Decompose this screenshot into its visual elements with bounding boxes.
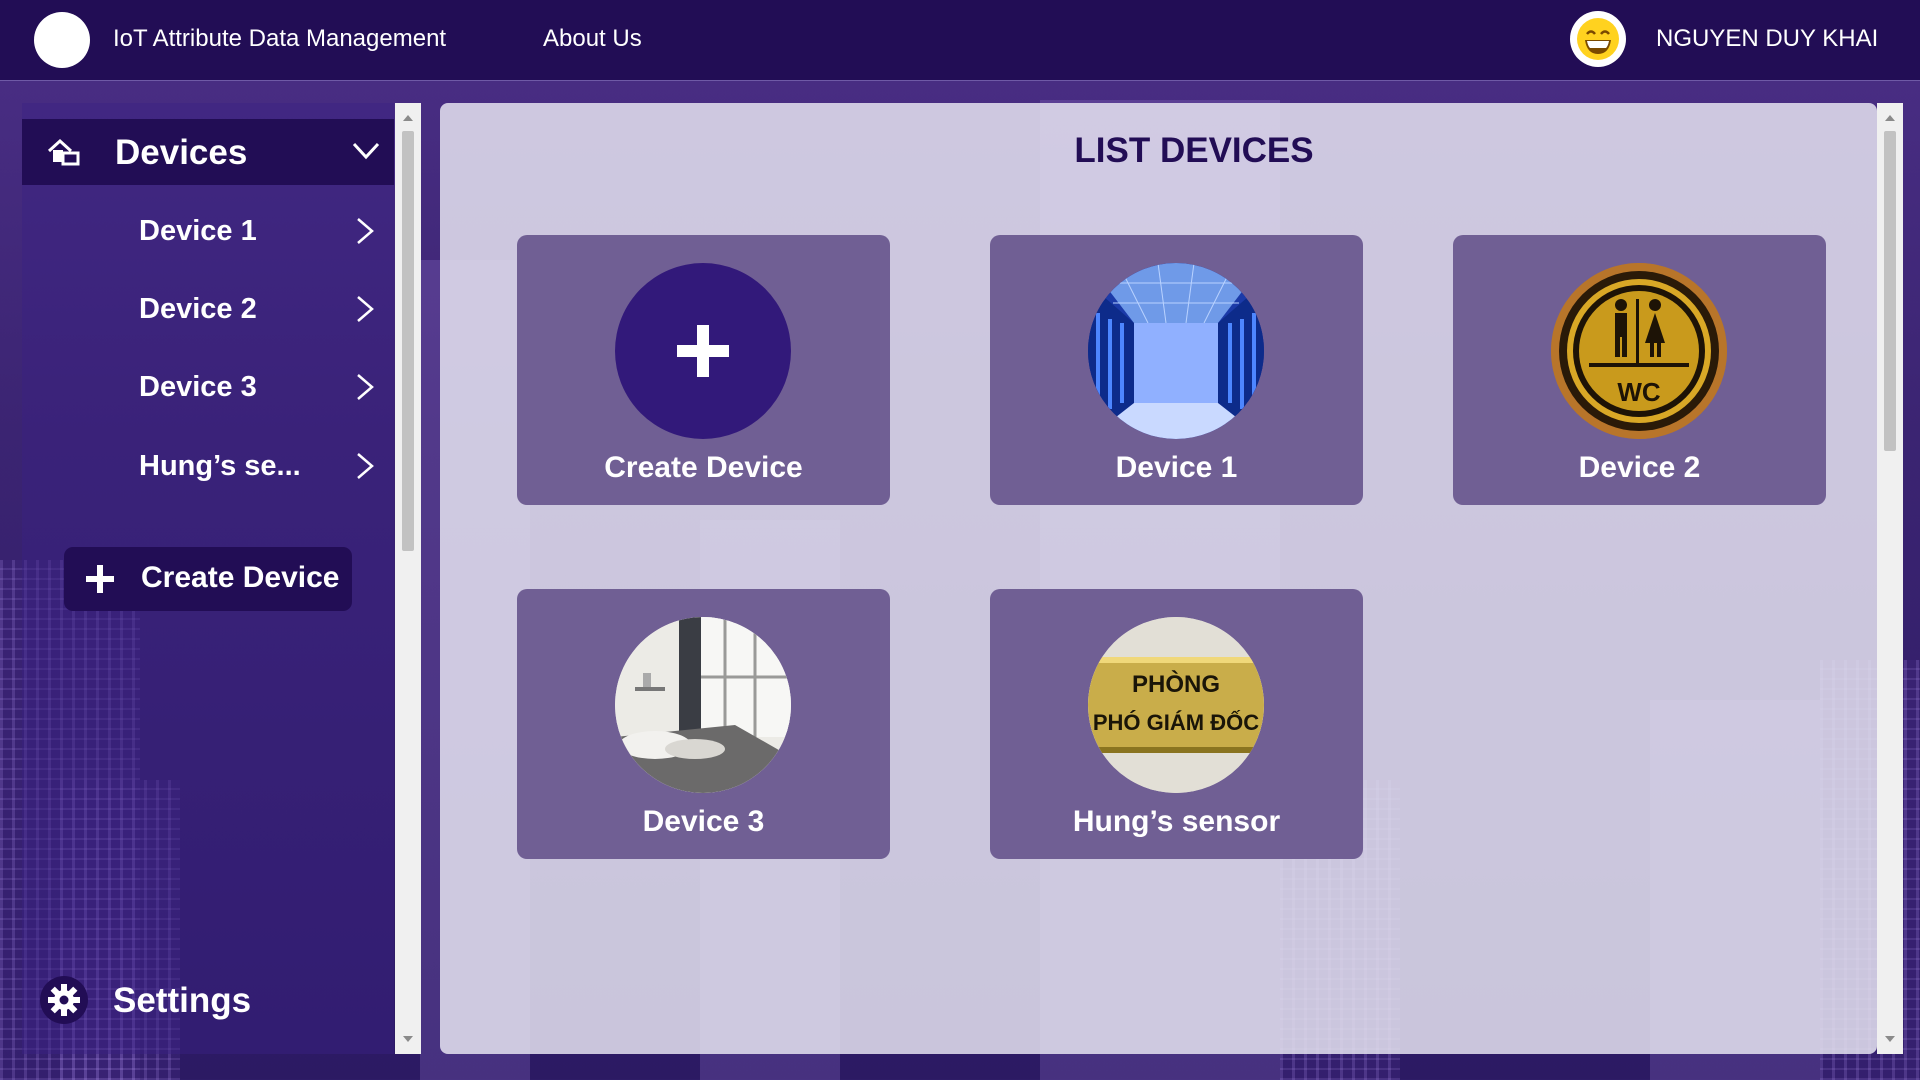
top-bar: IoT Attribute Data Management About Us N… [0,0,1920,81]
sidebar-scroll-thumb[interactable] [402,131,414,551]
plus-icon [615,263,791,439]
plus-icon [86,565,114,593]
sidebar-item-device-1[interactable]: Device 1 [22,201,394,261]
device-card-device-1[interactable]: Device 1 [990,235,1363,505]
card-label: Device 1 [1115,451,1238,484]
settings-button[interactable]: Settings [22,963,394,1043]
chevron-right-icon [357,374,374,400]
chevron-down-icon [352,142,380,160]
card-label: Create Device [604,451,803,484]
door-sign-image: PHÒNG PHÓ GIÁM ĐỐC [1088,617,1264,793]
scroll-down-arrow[interactable] [1885,1036,1895,1042]
sign-line-1: PHÒNG [1132,670,1220,698]
sidebar-item-label: Device 1 [139,215,257,247]
svg-text:WC: WC [1617,377,1661,407]
device-card-hungs-sensor[interactable]: PHÒNG PHÓ GIÁM ĐỐC Hung’s sensor [990,589,1363,859]
sidebar-item-label: Device 3 [139,371,257,403]
settings-label: Settings [113,981,252,1020]
app-logo[interactable] [34,12,90,68]
sidebar-item-device-2[interactable]: Device 2 [22,279,394,339]
smart-home-icon [47,138,80,166]
about-us-link[interactable]: About Us [543,25,642,53]
device-card-device-2[interactable]: WC Device 2 [1453,235,1826,505]
device-list-panel: LIST DEVICES Create Device Device 1 WC D… [440,103,1877,1054]
page-title: LIST DEVICES [1074,131,1314,170]
grinning-face-icon [1577,18,1619,60]
create-device-label: Create Device [141,561,340,594]
create-device-button[interactable]: Create Device [64,547,352,611]
sidebar-item-label: Device 2 [139,293,257,325]
sidebar-item-device-3[interactable]: Device 3 [22,357,394,417]
card-label: Device 3 [642,805,765,838]
user-name[interactable]: NGUYEN DUY KHAI [1656,25,1878,53]
chevron-right-icon [357,453,374,479]
user-avatar[interactable] [1570,11,1626,67]
sign-line-2: PHÓ GIÁM ĐỐC [1093,709,1259,735]
card-label: Device 2 [1578,451,1701,484]
create-device-card[interactable]: Create Device [517,235,890,505]
scroll-up-arrow[interactable] [1885,115,1895,121]
chevron-right-icon [357,218,374,244]
card-label: Hung’s sensor [1072,805,1281,838]
chevron-right-icon [357,296,374,322]
sidebar-item-label: Hung’s se... [139,450,301,482]
gear-icon [40,976,88,1024]
main-scroll-thumb[interactable] [1884,131,1896,451]
bedroom-image [615,617,791,793]
sidebar: Devices Device 1 Device 2 Device 3 Hung’… [22,103,394,1054]
sidebar-item-hungs-sensor[interactable]: Hung’s se... [22,436,394,496]
scroll-up-arrow[interactable] [403,115,413,121]
scroll-down-arrow[interactable] [403,1036,413,1042]
devices-menu-label: Devices [115,133,248,172]
app-title[interactable]: IoT Attribute Data Management [113,25,446,53]
server-room-image [1088,263,1264,439]
devices-menu-header[interactable]: Devices [22,119,394,185]
main-scrollbar[interactable] [1877,103,1903,1054]
device-card-device-3[interactable]: Device 3 [517,589,890,859]
sidebar-scrollbar[interactable] [395,103,421,1054]
wc-sign-image: WC [1551,263,1727,439]
